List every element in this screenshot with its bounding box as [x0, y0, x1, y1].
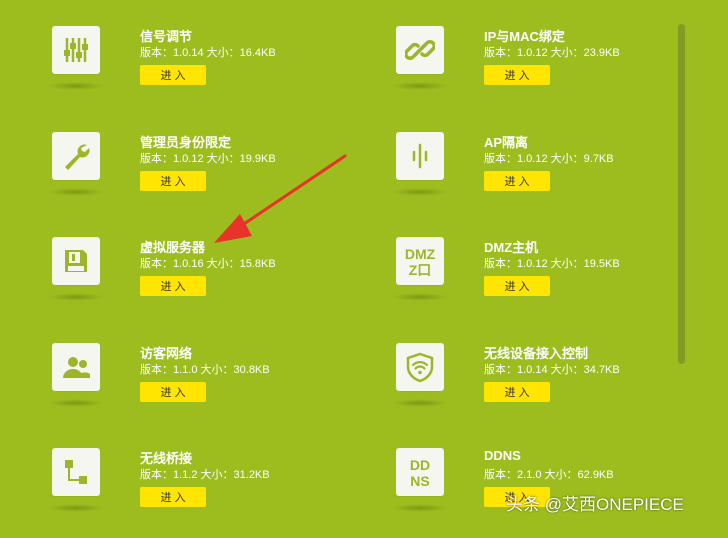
watermark: 头条 @艾西ONEPIECE	[506, 495, 684, 514]
link-icon	[396, 26, 444, 74]
dmz-icon-text-bottom: Z口	[409, 262, 432, 278]
plugin-title: 无线桥接	[140, 451, 193, 466]
enter-button[interactable]: 进 入	[484, 382, 550, 402]
plugin-wireless-bridge: 无线桥接 版本：1.1.2 大小：31.2KB 进 入	[48, 448, 352, 538]
tile-shadow	[392, 293, 448, 301]
tile-shadow	[392, 504, 448, 512]
plugin-title: 管理员身份限定	[140, 135, 232, 150]
enter-button[interactable]: 进 入	[140, 65, 206, 85]
floppy-icon	[52, 237, 100, 285]
dmz-icon: DMZ Z口	[396, 237, 444, 285]
plugin-meta: 版本：1.0.14 大小：16.4KB	[140, 47, 276, 59]
plugin-ap-isolation: AP隔离 版本：1.0.12 大小：9.7KB 进 入	[392, 132, 696, 222]
enter-button[interactable]: 进 入	[140, 487, 206, 507]
wifi-shield-icon	[396, 343, 444, 391]
plugin-meta: 版本：2.1.0 大小：62.9KB	[484, 469, 614, 481]
plugin-ip-mac-binding: IP与MAC绑定 版本：1.0.12 大小：23.9KB 进 入	[392, 26, 696, 116]
plugin-meta: 版本：1.1.2 大小：31.2KB	[140, 469, 270, 481]
enter-button[interactable]: 进 入	[484, 65, 550, 85]
plugin-meta: 版本：1.0.14 大小：34.7KB	[484, 364, 620, 376]
plugin-meta: 版本：1.0.12 大小：9.7KB	[484, 153, 614, 165]
plugin-title: 无线设备接入控制	[484, 346, 589, 361]
plugin-title: DDNS	[484, 448, 521, 463]
enter-button[interactable]: 进 入	[140, 171, 206, 191]
tile-shadow	[48, 399, 104, 407]
enter-button[interactable]: 进 入	[484, 171, 550, 191]
plugin-meta: 版本：1.0.12 大小：19.9KB	[140, 153, 276, 165]
enter-button[interactable]: 进 入	[140, 382, 206, 402]
plugin-title: IP与MAC绑定	[484, 29, 565, 44]
ddns-icon: DD NS	[396, 448, 444, 496]
plugin-dmz-host: DMZ Z口 DMZ主机 版本：1.0.12 大小：19.5KB 进 入	[392, 237, 696, 327]
tile-shadow	[392, 188, 448, 196]
ddns-icon-text-top: DD	[410, 457, 430, 473]
plugin-meta: 版本：1.1.0 大小：30.8KB	[140, 364, 270, 376]
plugin-virtual-server: 虚拟服务器 版本：1.0.16 大小：15.8KB 进 入	[48, 237, 352, 327]
wrench-icon	[52, 132, 100, 180]
plugin-meta: 版本：1.0.12 大小：19.5KB	[484, 258, 620, 270]
tile-shadow	[392, 399, 448, 407]
plugin-title: 访客网络	[140, 346, 193, 361]
plugin-admin-restriction: 管理员身份限定 版本：1.0.12 大小：19.9KB 进 入	[48, 132, 352, 222]
plugin-title: 信号调节	[140, 29, 193, 44]
plugin-signal-adjust: 信号调节 版本：1.0.14 大小：16.4KB 进 入	[48, 26, 352, 116]
plugin-title: 虚拟服务器	[140, 240, 206, 255]
tile-shadow	[48, 293, 104, 301]
tile-shadow	[48, 504, 104, 512]
plugin-guest-network: 访客网络 版本：1.1.0 大小：30.8KB 进 入	[48, 343, 352, 433]
plugin-title: AP隔离	[484, 135, 529, 150]
ddns-icon-text-bottom: NS	[410, 473, 429, 489]
plugin-wireless-access-control: 无线设备接入控制 版本：1.0.14 大小：34.7KB 进 入	[392, 343, 696, 433]
plugin-meta: 版本：1.0.16 大小：15.8KB	[140, 258, 276, 270]
enter-button[interactable]: 进 入	[140, 276, 206, 296]
tile-shadow	[48, 188, 104, 196]
dmz-icon-text-top: DMZ	[405, 246, 436, 262]
bridge-icon	[52, 448, 100, 496]
tile-shadow	[48, 82, 104, 90]
plugin-meta: 版本：1.0.12 大小：23.9KB	[484, 47, 620, 59]
enter-button[interactable]: 进 入	[484, 276, 550, 296]
sliders-icon	[52, 26, 100, 74]
guests-icon	[52, 343, 100, 391]
tile-shadow	[392, 82, 448, 90]
ap-isolation-icon	[396, 132, 444, 180]
plugin-title: DMZ主机	[484, 240, 539, 255]
